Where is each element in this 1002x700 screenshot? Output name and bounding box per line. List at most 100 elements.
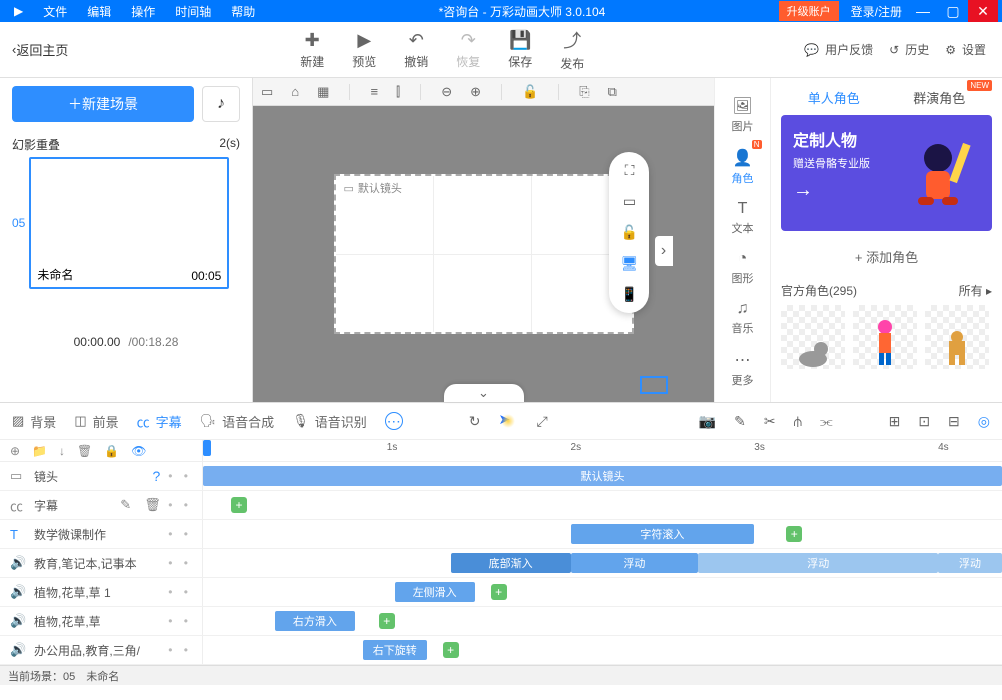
rewind-icon[interactable]: ↻ <box>469 413 481 430</box>
menu-edit[interactable]: 编辑 <box>77 3 121 20</box>
maximize-button[interactable]: ▢ <box>938 0 968 22</box>
filter-icon[interactable]: ⫛ <box>794 413 802 430</box>
login-button[interactable]: 登录/注册 <box>845 3 908 20</box>
character-item[interactable] <box>925 305 989 369</box>
delete-subtitle-icon[interactable]: 🗑 <box>144 497 160 513</box>
canvas-expand-down[interactable]: ⌄ <box>444 384 524 402</box>
promo-card[interactable]: 定制人物 赠送骨骼专业版 → <box>781 115 992 231</box>
help-icon[interactable]: ? <box>152 468 160 484</box>
zoom-in-icon[interactable]: ⊕ <box>470 84 481 100</box>
clip-enter[interactable]: 右下旋转 <box>363 640 427 660</box>
tablet-landscape-icon[interactable]: ▭ <box>623 193 636 210</box>
add-character-button[interactable]: + 添加角色 <box>781 247 992 266</box>
filter-all[interactable]: 所有 ▸ <box>959 282 992 299</box>
folder-add-icon[interactable]: 📁 <box>32 444 47 458</box>
rail-more[interactable]: ⋯更多 <box>732 346 754 392</box>
desktop-icon[interactable]: 🖥 <box>621 255 639 272</box>
settings-button[interactable]: ⚙设置 <box>945 41 986 58</box>
playhead-cursor-icon[interactable]: ➤ <box>498 411 518 431</box>
back-home-button[interactable]: ‹ 返回主页 <box>0 40 80 59</box>
minimap[interactable] <box>640 376 668 394</box>
tab-crowd-character[interactable]: 群演角色 <box>913 88 965 107</box>
camera-add-icon[interactable]: 📷 <box>699 413 716 430</box>
lock-tracks-icon[interactable]: 🔒 <box>104 444 119 458</box>
rail-image[interactable]: 🖼图片 <box>732 92 754 138</box>
text-clip[interactable]: 字符滚入 <box>571 524 755 544</box>
save-button[interactable]: 💾保存 <box>508 27 532 72</box>
redo-button[interactable]: ↷恢复 <box>456 27 480 72</box>
tab-single-character[interactable]: 单人角色 <box>808 88 860 107</box>
character-item[interactable] <box>781 305 845 369</box>
cut-icon[interactable]: ✂ <box>764 413 776 430</box>
clip-float[interactable]: 浮动 <box>698 553 938 573</box>
rail-shape[interactable]: ◔图形 <box>732 246 754 290</box>
move-down-icon[interactable]: ↓ <box>59 444 65 458</box>
delete-icon[interactable]: 🗑 <box>77 444 92 458</box>
timeline-ruler[interactable]: 1s 2s 3s 4s <box>203 440 1002 461</box>
add-keyframe-button[interactable]: + <box>379 613 395 629</box>
upgrade-button[interactable]: 升级账户 <box>779 1 839 21</box>
edit-subtitle-icon[interactable]: ✎ <box>120 497 136 513</box>
publish-button[interactable]: ⤴发布 <box>560 27 584 72</box>
clip-enter[interactable]: 右方滑入 <box>275 611 355 631</box>
paste-icon[interactable]: ⧉ <box>608 84 617 100</box>
layers-icon[interactable]: ▭ <box>261 84 273 100</box>
expand-handle[interactable]: › <box>655 236 673 266</box>
zoom-in-timeline-icon[interactable]: ⊞ <box>889 413 901 430</box>
expand-icon[interactable]: ⤢ <box>536 413 547 430</box>
rail-character[interactable]: 👤角色 <box>732 144 754 190</box>
camera-clip[interactable]: 默认镜头 <box>203 466 1002 486</box>
tl-subtitle[interactable]: ㏄字幕 <box>137 412 182 431</box>
clip-float[interactable]: 浮动 <box>571 553 699 573</box>
new-button[interactable]: ✚新建 <box>300 27 324 72</box>
clip-float[interactable]: 浮动 <box>938 553 1002 573</box>
minimize-button[interactable]: — <box>908 0 938 22</box>
record-icon[interactable]: ◎ <box>978 413 990 430</box>
history-button[interactable]: ↺历史 <box>889 41 929 58</box>
visibility-icon[interactable]: 👁 <box>131 444 146 458</box>
tl-tts[interactable]: 🗣语音合成 <box>200 412 275 431</box>
menu-file[interactable]: 文件 <box>33 3 77 20</box>
add-track-icon[interactable]: ⊕ <box>10 444 20 458</box>
menu-help[interactable]: 帮助 <box>221 3 265 20</box>
unlock-icon[interactable]: 🔓 <box>621 224 638 241</box>
clip-enter[interactable]: 底部渐入 <box>451 553 571 573</box>
more-options-icon[interactable]: ⋯ <box>385 412 403 430</box>
add-keyframe-button[interactable]: + <box>786 526 802 542</box>
playhead[interactable] <box>203 440 211 456</box>
lock-icon[interactable]: 🔓 <box>522 84 538 100</box>
zoom-out-icon[interactable]: ⊖ <box>441 84 452 100</box>
phone-icon[interactable]: 📱 <box>621 286 638 303</box>
feedback-button[interactable]: 💬用户反馈 <box>804 41 873 58</box>
undo-button[interactable]: ↶撤销 <box>404 27 428 72</box>
camera-label: 默认镜头 <box>358 180 402 196</box>
close-button[interactable]: ✕ <box>968 0 998 22</box>
copy-icon[interactable]: ⎘ <box>579 84 589 100</box>
rail-text[interactable]: T文本 <box>732 196 754 240</box>
add-keyframe-button[interactable]: + <box>231 497 247 513</box>
menu-timeline[interactable]: 时间轴 <box>165 3 221 20</box>
scene-thumbnail[interactable]: 未命名 00:05 <box>29 157 229 289</box>
zoom-out-timeline-icon[interactable]: ⊟ <box>948 413 960 430</box>
grid-icon[interactable]: ▦ <box>317 84 329 100</box>
add-keyframe-button[interactable]: + <box>491 584 507 600</box>
menu-action[interactable]: 操作 <box>121 3 165 20</box>
fullscreen-icon[interactable]: ⛶ <box>625 162 635 179</box>
tl-asr[interactable]: 🎙语音识别 <box>292 412 367 431</box>
tl-bg[interactable]: ▨背景 <box>12 412 56 431</box>
character-item[interactable] <box>853 305 917 369</box>
align-center-icon[interactable]: ⫿ <box>396 84 400 100</box>
new-scene-button[interactable]: ＋ 新建场景 <box>12 86 194 122</box>
bgm-button[interactable]: ♪ <box>202 86 240 122</box>
canvas-camera-frame[interactable]: ▭ 默认镜头 <box>334 174 634 334</box>
add-keyframe-button[interactable]: + <box>443 642 459 658</box>
home-icon[interactable]: ⌂ <box>291 84 299 99</box>
preview-button[interactable]: ▶预览 <box>352 27 376 72</box>
align-icon[interactable]: ≡ <box>370 84 378 99</box>
rail-music[interactable]: ♫音乐 <box>732 296 754 340</box>
clip-enter[interactable]: 左侧滑入 <box>395 582 475 602</box>
magnet-icon[interactable]: ⫘ <box>820 413 833 430</box>
tl-fg[interactable]: ◫前景 <box>74 412 118 431</box>
zoom-fit-timeline-icon[interactable]: ⊡ <box>918 413 930 430</box>
edit-icon[interactable]: ✎ <box>734 413 746 430</box>
